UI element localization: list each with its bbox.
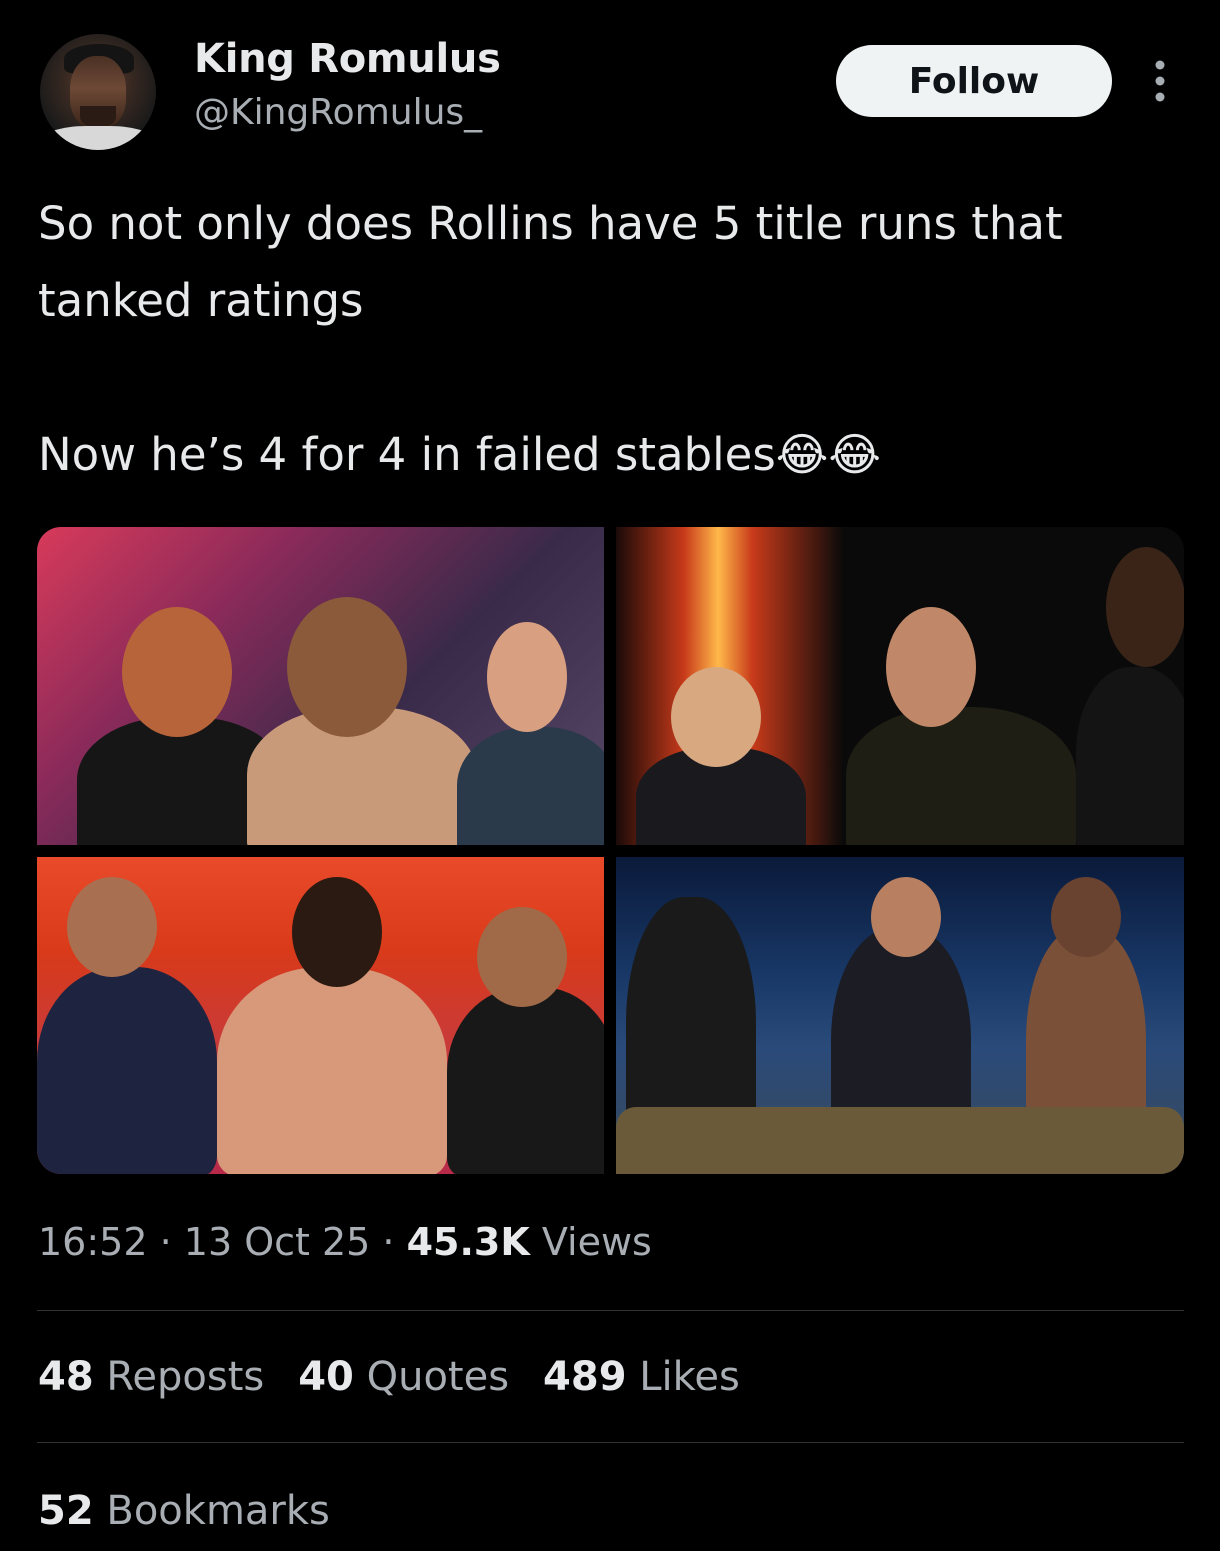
tweet-detail: King Romulus @KingRomulus_ Follow So not… (0, 0, 1220, 1551)
follow-button[interactable]: Follow (836, 45, 1112, 117)
tweet-text-line2: Now he’s 4 for 4 in failed stables😂😂 (38, 428, 881, 481)
views-count: 45.3K (406, 1220, 530, 1264)
avatar[interactable] (40, 34, 156, 150)
author-display-name[interactable]: King Romulus (194, 36, 501, 82)
tweet-text: So not only does Rollins have 5 title ru… (38, 185, 1178, 493)
more-vertical-icon[interactable] (1150, 58, 1170, 104)
bookmarks-stat[interactable]: 52 Bookmarks (38, 1488, 330, 1534)
divider (37, 1310, 1184, 1311)
tweet-meta: 16:52 · 13 Oct 25 · 45.3K Views (38, 1220, 652, 1264)
media-photo-2[interactable] (616, 527, 1184, 845)
media-photo-1[interactable] (37, 527, 604, 845)
quotes-stat[interactable]: 40 Quotes (298, 1354, 509, 1400)
media-photo-3[interactable] (37, 857, 604, 1174)
divider (37, 1442, 1184, 1443)
author-handle[interactable]: @KingRomulus_ (194, 92, 482, 133)
tweet-text-line1: So not only does Rollins have 5 title ru… (38, 197, 1063, 327)
engagement-stats: 48 Reposts 40 Quotes 489 Likes (38, 1354, 774, 1400)
likes-stat[interactable]: 489 Likes (543, 1354, 740, 1400)
reposts-stat[interactable]: 48 Reposts (38, 1354, 264, 1400)
timestamp-time[interactable]: 16:52 (38, 1220, 148, 1264)
media-grid[interactable] (37, 527, 1184, 1174)
views-label: Views (529, 1220, 652, 1264)
media-photo-4[interactable] (616, 857, 1184, 1174)
timestamp-date[interactable]: 13 Oct 25 (184, 1220, 371, 1264)
